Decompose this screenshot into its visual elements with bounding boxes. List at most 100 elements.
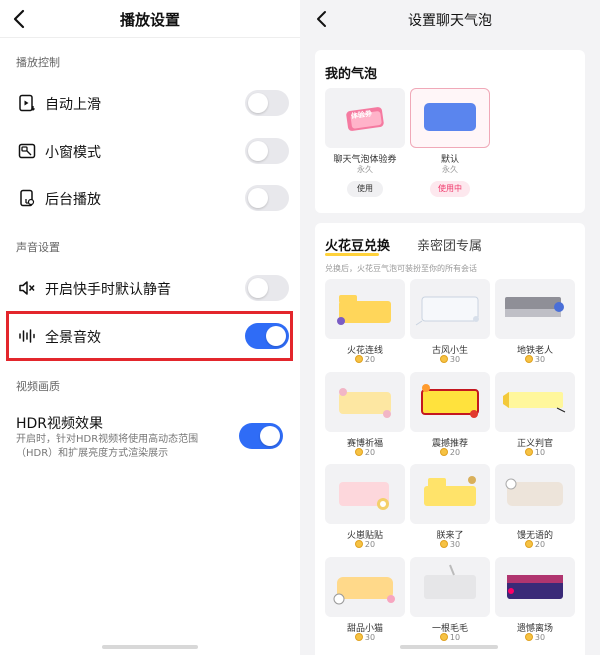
bubble-price: 20: [325, 540, 405, 549]
price-value: 30: [449, 355, 461, 364]
cyber-blessing-bubble-icon: [339, 388, 391, 418]
bubble-price: 30: [410, 355, 490, 364]
price-value: 10: [449, 633, 461, 642]
price-value: 30: [534, 355, 546, 364]
price-value: 30: [449, 540, 461, 549]
highlight-box: [6, 311, 293, 361]
price-value: 20: [364, 540, 376, 549]
toggle-knob: [248, 93, 268, 113]
speechless-bun-bubble-icon: [505, 478, 563, 506]
playback-settings-screen: 播放设置 播放控制 自动上滑 小窗模式 后台播放 声音设置 开启快手时默认静音 …: [0, 0, 300, 655]
bubble-tile-justice-judge[interactable]: [495, 372, 575, 432]
price-value: 20: [364, 355, 376, 364]
bubble-price: 20: [495, 540, 575, 549]
bubble-price: 30: [495, 355, 575, 364]
setting-row-mute[interactable]: 开启快手时默认静音: [0, 268, 300, 308]
toggle-knob: [260, 426, 280, 446]
spark-bean-coin-icon: [524, 633, 533, 641]
bubble-tile-fire-cub[interactable]: [325, 464, 405, 524]
autoplay-icon: [19, 94, 35, 112]
background-toggle[interactable]: [245, 185, 289, 211]
mini-window-icon: [18, 143, 36, 159]
spark-bean-coin-icon: [354, 355, 363, 363]
bubble-tile-single-hair[interactable]: [410, 557, 490, 617]
price-value: 20: [534, 540, 546, 549]
spark-bean-coin-icon: [439, 448, 448, 456]
page-title: 播放设置: [119, 11, 180, 29]
bubble-tile-default[interactable]: [410, 88, 490, 148]
header: 设置聊天气泡: [300, 0, 600, 38]
bubble-price: 20: [410, 448, 490, 457]
bubble-price: 20: [325, 355, 405, 364]
bubble-tile-emperor-arrives[interactable]: [410, 464, 490, 524]
regret-exit-bubble-icon: [507, 575, 563, 599]
pip-toggle[interactable]: [245, 138, 289, 164]
subway-elder-bubble-icon: [505, 297, 564, 317]
bubble-tile-regret-exit[interactable]: [495, 557, 575, 617]
bubble-tile-ancient-scholar[interactable]: [410, 279, 490, 339]
default-bubble-swatch: [424, 103, 476, 131]
section-label-video: 视频画质: [16, 380, 60, 393]
bubble-tile-speechless-bun[interactable]: [495, 464, 575, 524]
tab-spark-bean-exchange[interactable]: 火花豆兑换: [325, 235, 390, 254]
spark-bean-coin-icon: [524, 448, 533, 456]
mute-speaker-icon: [19, 281, 35, 295]
setting-label: 开启快手时默认静音: [45, 282, 171, 298]
hdr-toggle[interactable]: [239, 423, 283, 449]
price-value: 20: [449, 448, 461, 457]
price-value: 10: [534, 448, 546, 457]
bubble-price: 20: [325, 448, 405, 457]
active-tab-underline: [325, 253, 379, 256]
spark-bean-coin-icon: [439, 355, 448, 363]
bubble-validity: 永久: [442, 165, 458, 174]
home-indicator: [400, 645, 498, 649]
in-use-badge: 使用中: [430, 181, 470, 197]
spark-bean-coin-icon: [354, 540, 363, 548]
screenshot-root: 播放设置 播放控制 自动上滑 小窗模式 后台播放 声音设置 开启快手时默认静音 …: [0, 0, 600, 655]
spark-bean-coin-icon: [354, 633, 363, 641]
exchange-note: 兑换后，火花豆气泡可装扮至你的所有会话: [325, 264, 477, 273]
bubble-tile-trial-ticket[interactable]: 体验券: [325, 88, 405, 148]
background-play-icon: [20, 189, 35, 207]
spark-bean-coin-icon: [439, 540, 448, 548]
justice-judge-bubble-icon: [503, 392, 566, 413]
bubble-tile-cyber-blessing[interactable]: [325, 372, 405, 432]
spark-bean-coin-icon: [524, 355, 533, 363]
page-title: 设置聊天气泡: [408, 13, 492, 29]
autoplay-toggle[interactable]: [245, 90, 289, 116]
spark-bean-coin-icon: [439, 633, 448, 641]
dessert-cat-bubble-icon: [333, 577, 395, 605]
chat-bubble-settings-screen: 设置聊天气泡 我的气泡 体验券 聊天气泡体验券 永久 使用 默认 永久 使用中: [300, 0, 600, 655]
bubble-price: 30: [325, 633, 405, 642]
mute-toggle[interactable]: [245, 275, 289, 301]
price-value: 30: [534, 633, 546, 642]
single-hair-bubble-icon: [424, 564, 476, 599]
price-value: 20: [364, 448, 376, 457]
bubble-price: 10: [495, 448, 575, 457]
setting-row-pip[interactable]: 小窗模式: [0, 131, 300, 171]
header: 播放设置: [0, 0, 300, 38]
price-value: 30: [364, 633, 376, 642]
setting-label: 小窗模式: [45, 145, 101, 161]
setting-row-autoplay[interactable]: 自动上滑: [0, 83, 300, 123]
my-bubbles-title: 我的气泡: [325, 67, 378, 82]
section-label-playback: 播放控制: [16, 56, 60, 69]
hdr-setting-description: 开启时，针对HDR视频将使用高动态范围（HDR）和扩展亮度方式渲染展示: [16, 434, 199, 459]
use-button[interactable]: 使用: [347, 181, 383, 197]
bubble-tile-spark-link[interactable]: [325, 279, 405, 339]
bubble-tile-shock-recommend[interactable]: [410, 372, 490, 432]
spark-bean-coin-icon: [524, 540, 533, 548]
spark-link-bubble-icon: [337, 295, 391, 325]
setting-label: 自动上滑: [45, 97, 101, 113]
tab-intimate-group[interactable]: 亲密团专属: [417, 235, 482, 254]
hdr-setting-title: HDR视频效果: [16, 416, 104, 432]
emperor-arrives-bubble-icon: [424, 476, 476, 506]
fire-cub-bubble-icon: [339, 482, 389, 510]
bubble-tile-subway-elder[interactable]: [495, 279, 575, 339]
bubble-shop-card: 火花豆兑换 亲密团专属 兑换后，火花豆气泡可装扮至你的所有会话 火花连线 20 古风…: [315, 223, 585, 655]
toggle-knob: [248, 278, 268, 298]
bubble-tile-dessert-cat[interactable]: [325, 557, 405, 617]
setting-row-background[interactable]: 后台播放: [0, 178, 300, 218]
setting-label: 后台播放: [45, 192, 101, 208]
spark-bean-coin-icon: [354, 448, 363, 456]
